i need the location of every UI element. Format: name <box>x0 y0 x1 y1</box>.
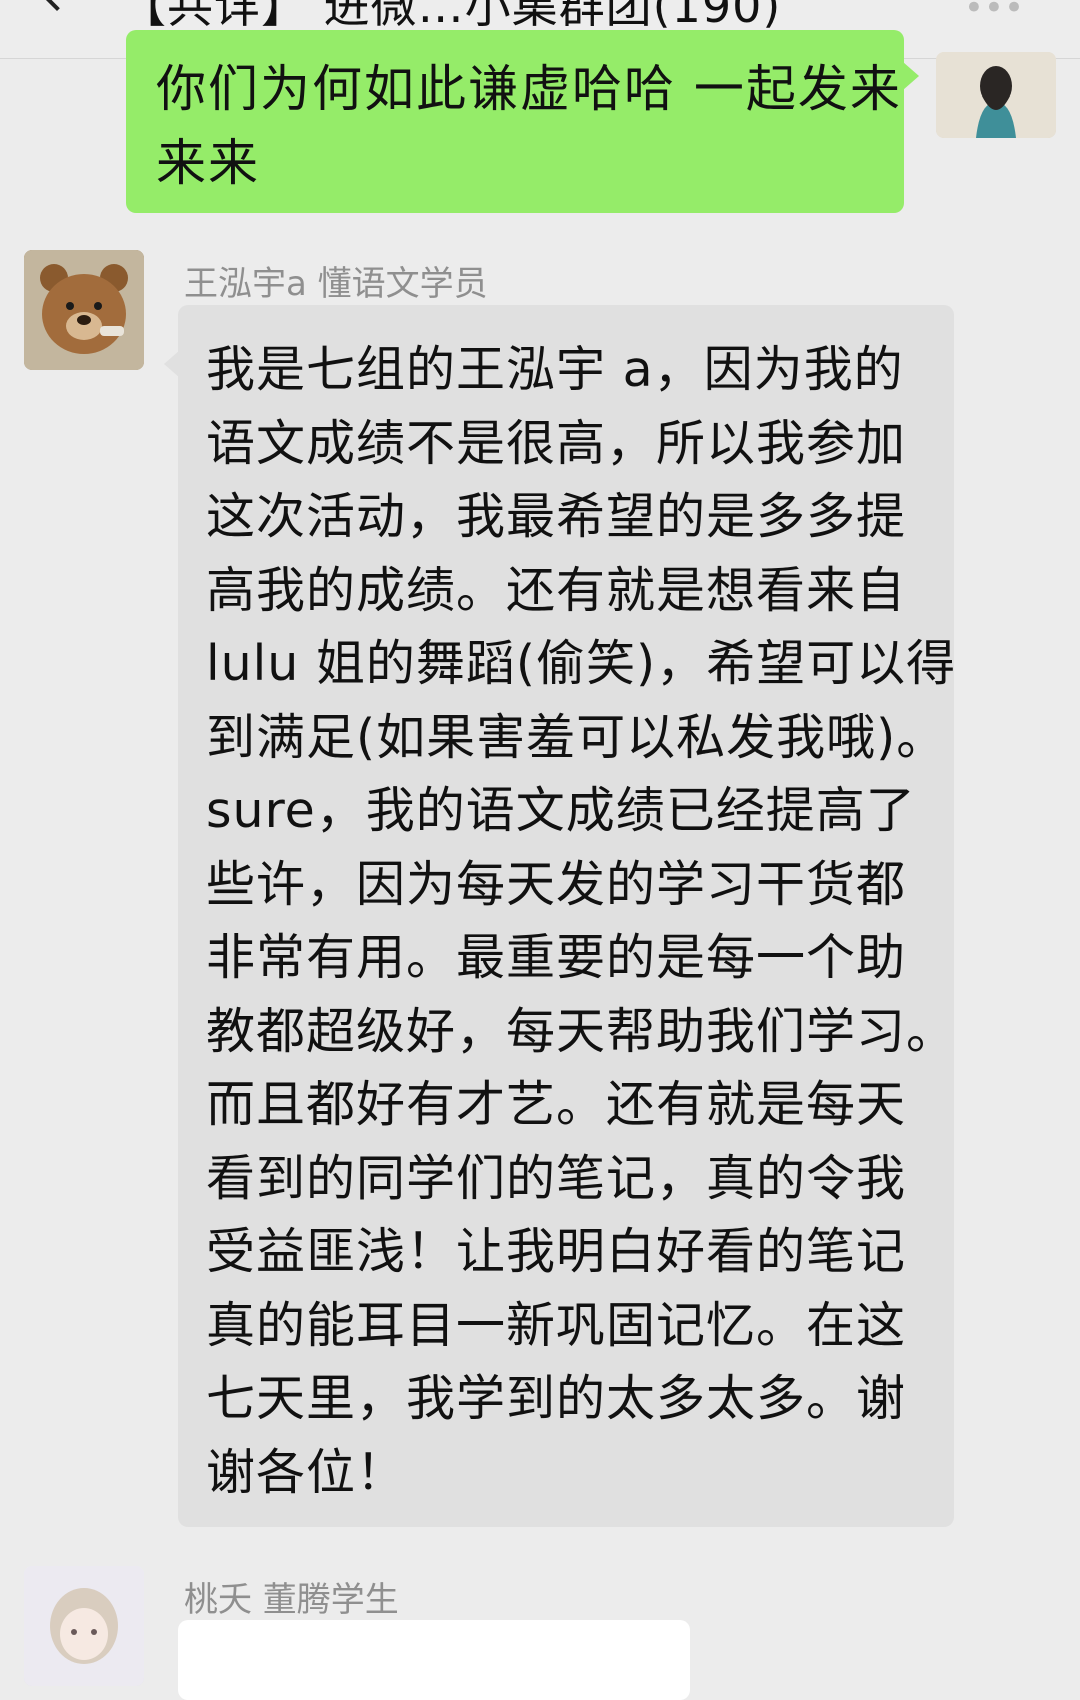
bear-avatar-icon <box>24 250 144 370</box>
girl-avatar-icon <box>936 52 1056 138</box>
anime-girl-avatar-icon <box>24 1566 144 1686</box>
message-bubble-other[interactable] <box>178 1620 690 1700</box>
avatar-other[interactable] <box>24 250 144 370</box>
message-bubble-self[interactable]: 你们为何如此谦虚哈哈 一起发来 来来 <box>126 30 904 213</box>
avatar-other[interactable] <box>24 1566 144 1686</box>
message-text: 你们为何如此谦虚哈哈 一起发来 来来 <box>156 60 902 192</box>
more-icon[interactable]: ••• <box>964 0 1024 28</box>
sender-name: 王泓宇a 懂语文学员 <box>184 264 488 304</box>
bubble-tail <box>903 62 919 90</box>
message-bubble-other[interactable]: 我是七组的王泓宇 a，因为我的 语文成绩不是很高，所以我参加 这次活动，我最希望… <box>178 305 957 1527</box>
sender-name: 桃夭 董腾学生 <box>184 1580 399 1620</box>
chevron-left-icon[interactable] <box>32 0 82 12</box>
avatar-self[interactable] <box>936 52 1056 138</box>
message-text: 我是七组的王泓宇 a，因为我的 语文成绩不是很高，所以我参加 这次活动，我最希望… <box>206 341 957 1501</box>
